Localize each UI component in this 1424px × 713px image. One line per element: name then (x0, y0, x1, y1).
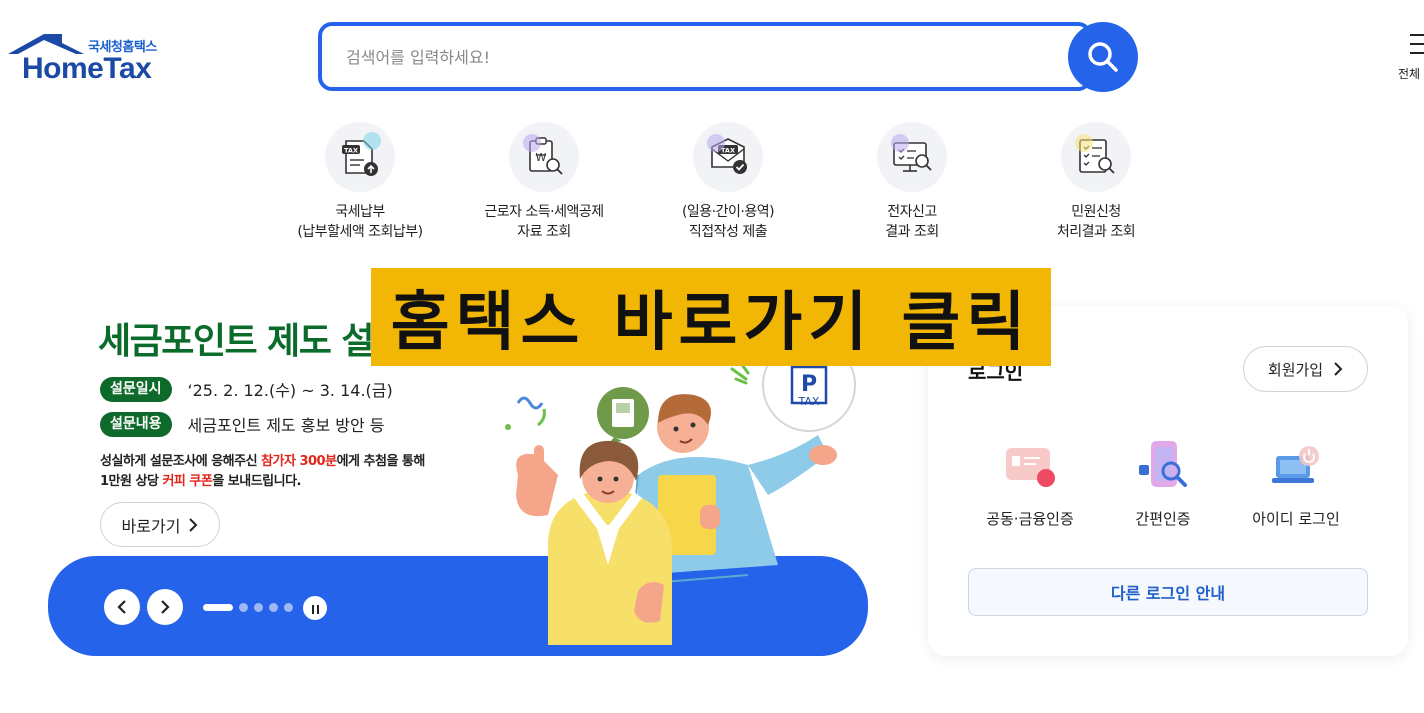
quick-menu-label: 전자신고 (887, 204, 937, 220)
quick-menu-sublabel: 처리결과 조회 (1056, 224, 1136, 240)
badge-letter: P (801, 372, 817, 397)
survey-content-row: 설문내용 세금포인트 제도 홍보 방안 등 (100, 411, 385, 437)
slider-dot[interactable] (269, 603, 278, 612)
survey-content-value: 세금포인트 제도 홍보 방안 등 (187, 416, 385, 435)
hamburger-icon (1410, 34, 1424, 61)
chevron-right-icon (189, 517, 198, 532)
pause-icon (310, 599, 320, 618)
search-input[interactable] (346, 40, 1046, 74)
chevron-right-icon (161, 600, 170, 614)
other-login-guide-button[interactable]: 다른 로그인 안내 (968, 568, 1368, 616)
banner-description: 성실하게 설문조사에 응해주신 참가자 300분에게 추첨을 통해 1만원 상당… (100, 452, 425, 492)
quick-menu-label: 국세납부 (335, 204, 385, 220)
svg-text:₩: ₩ (536, 151, 547, 164)
survey-period-badge: 설문일시 (100, 376, 172, 402)
survey-period-row: 설문일시 ‘25. 2. 12.(수) ~ 3. 14.(금) (100, 376, 393, 402)
chevron-right-icon (1334, 362, 1343, 376)
search-button[interactable] (1068, 22, 1138, 92)
quick-menu-sublabel: (납부할세액 조회납부) (297, 224, 423, 240)
hometax-logo[interactable]: 국세청홈택스 HomeTax (8, 32, 173, 85)
survey-period-value: ‘25. 2. 12.(수) ~ 3. 14.(금) (187, 381, 393, 400)
join-label: 회원가입 (1267, 360, 1324, 379)
laptop-power-icon (1272, 446, 1319, 483)
slider-dots (203, 603, 293, 612)
slider-dot[interactable] (254, 603, 263, 612)
chevron-left-icon (117, 600, 126, 614)
slider-dot[interactable] (239, 603, 248, 612)
desc-text: 1만원 상당 (100, 474, 163, 489)
all-menu-label: 전체 (1398, 67, 1421, 81)
quick-menu-civil-result[interactable]: 민원신청 처리결과 조회 (1006, 122, 1186, 242)
slider-dot-active[interactable] (203, 604, 233, 611)
quick-menu-sublabel: 직접작성 제출 (688, 224, 768, 240)
login-option-label: 간편인증 (1135, 510, 1191, 528)
search-icon (1088, 42, 1118, 72)
simple-auth-option[interactable]: 간편인증 (1098, 434, 1228, 529)
desc-highlight: 참가자 300분 (261, 454, 337, 469)
quick-menu-direct-submit[interactable]: TAX (일용·간이·용역) 직접작성 제출 (638, 122, 818, 242)
quick-menu-sublabel: 자료 조회 (517, 224, 571, 240)
overlay-caption: 홈택스 바로가기 클릭 (371, 268, 1051, 366)
desc-text: 성실하게 설문조사에 응해주신 (100, 454, 262, 469)
slider-next-button[interactable] (147, 589, 183, 625)
phone-search-icon (1139, 441, 1187, 487)
slider-dot[interactable] (284, 603, 293, 612)
survey-content-badge: 설문내용 (100, 411, 172, 437)
badge-text: TAX (798, 395, 820, 408)
certificate-icon (1006, 448, 1055, 487)
slider-pause-button[interactable] (303, 596, 327, 620)
quick-menu-label: (일용·간이·용역) (681, 204, 775, 220)
quick-menu-efiling-result[interactable]: 전자신고 결과 조회 (822, 122, 1002, 242)
banner-go-button[interactable]: 바로가기 (100, 502, 220, 547)
desc-highlight: 커피 쿠폰 (162, 474, 213, 489)
desc-text: 을 보내드립니다. (212, 474, 301, 489)
slider-prev-button[interactable] (104, 589, 140, 625)
quick-menu-sublabel: 결과 조회 (885, 224, 939, 240)
quick-menu-label: 근로자 소득·세액공제 (484, 204, 604, 220)
cert-login-option[interactable]: 공동·금융인증 (965, 434, 1095, 529)
quick-menu-label: 민원신청 (1071, 204, 1121, 220)
logo-wordmark: HomeTax (22, 52, 152, 85)
login-option-label: 아이디 로그인 (1252, 510, 1340, 528)
search-box (318, 22, 1092, 91)
id-login-option[interactable]: 아이디 로그인 (1231, 434, 1361, 529)
login-option-label: 공동·금융인증 (986, 510, 1074, 528)
join-button[interactable]: 회원가입 (1243, 346, 1368, 392)
all-menu-button[interactable]: 전체 (1398, 30, 1424, 90)
quick-menu-tax-payment[interactable]: TAX 국세납부 (납부할세액 조회납부) (270, 122, 450, 242)
survey-illustration: P TAX (505, 345, 856, 645)
overlay-caption-text: 홈택스 바로가기 클릭 (390, 286, 1032, 360)
svg-text:TAX: TAX (344, 147, 358, 155)
banner-go-label: 바로가기 (121, 516, 181, 536)
desc-text: 에게 추첨을 통해 (336, 454, 426, 469)
quick-menu-deduction-data[interactable]: ₩ 근로자 소득·세액공제 자료 조회 (454, 122, 634, 242)
